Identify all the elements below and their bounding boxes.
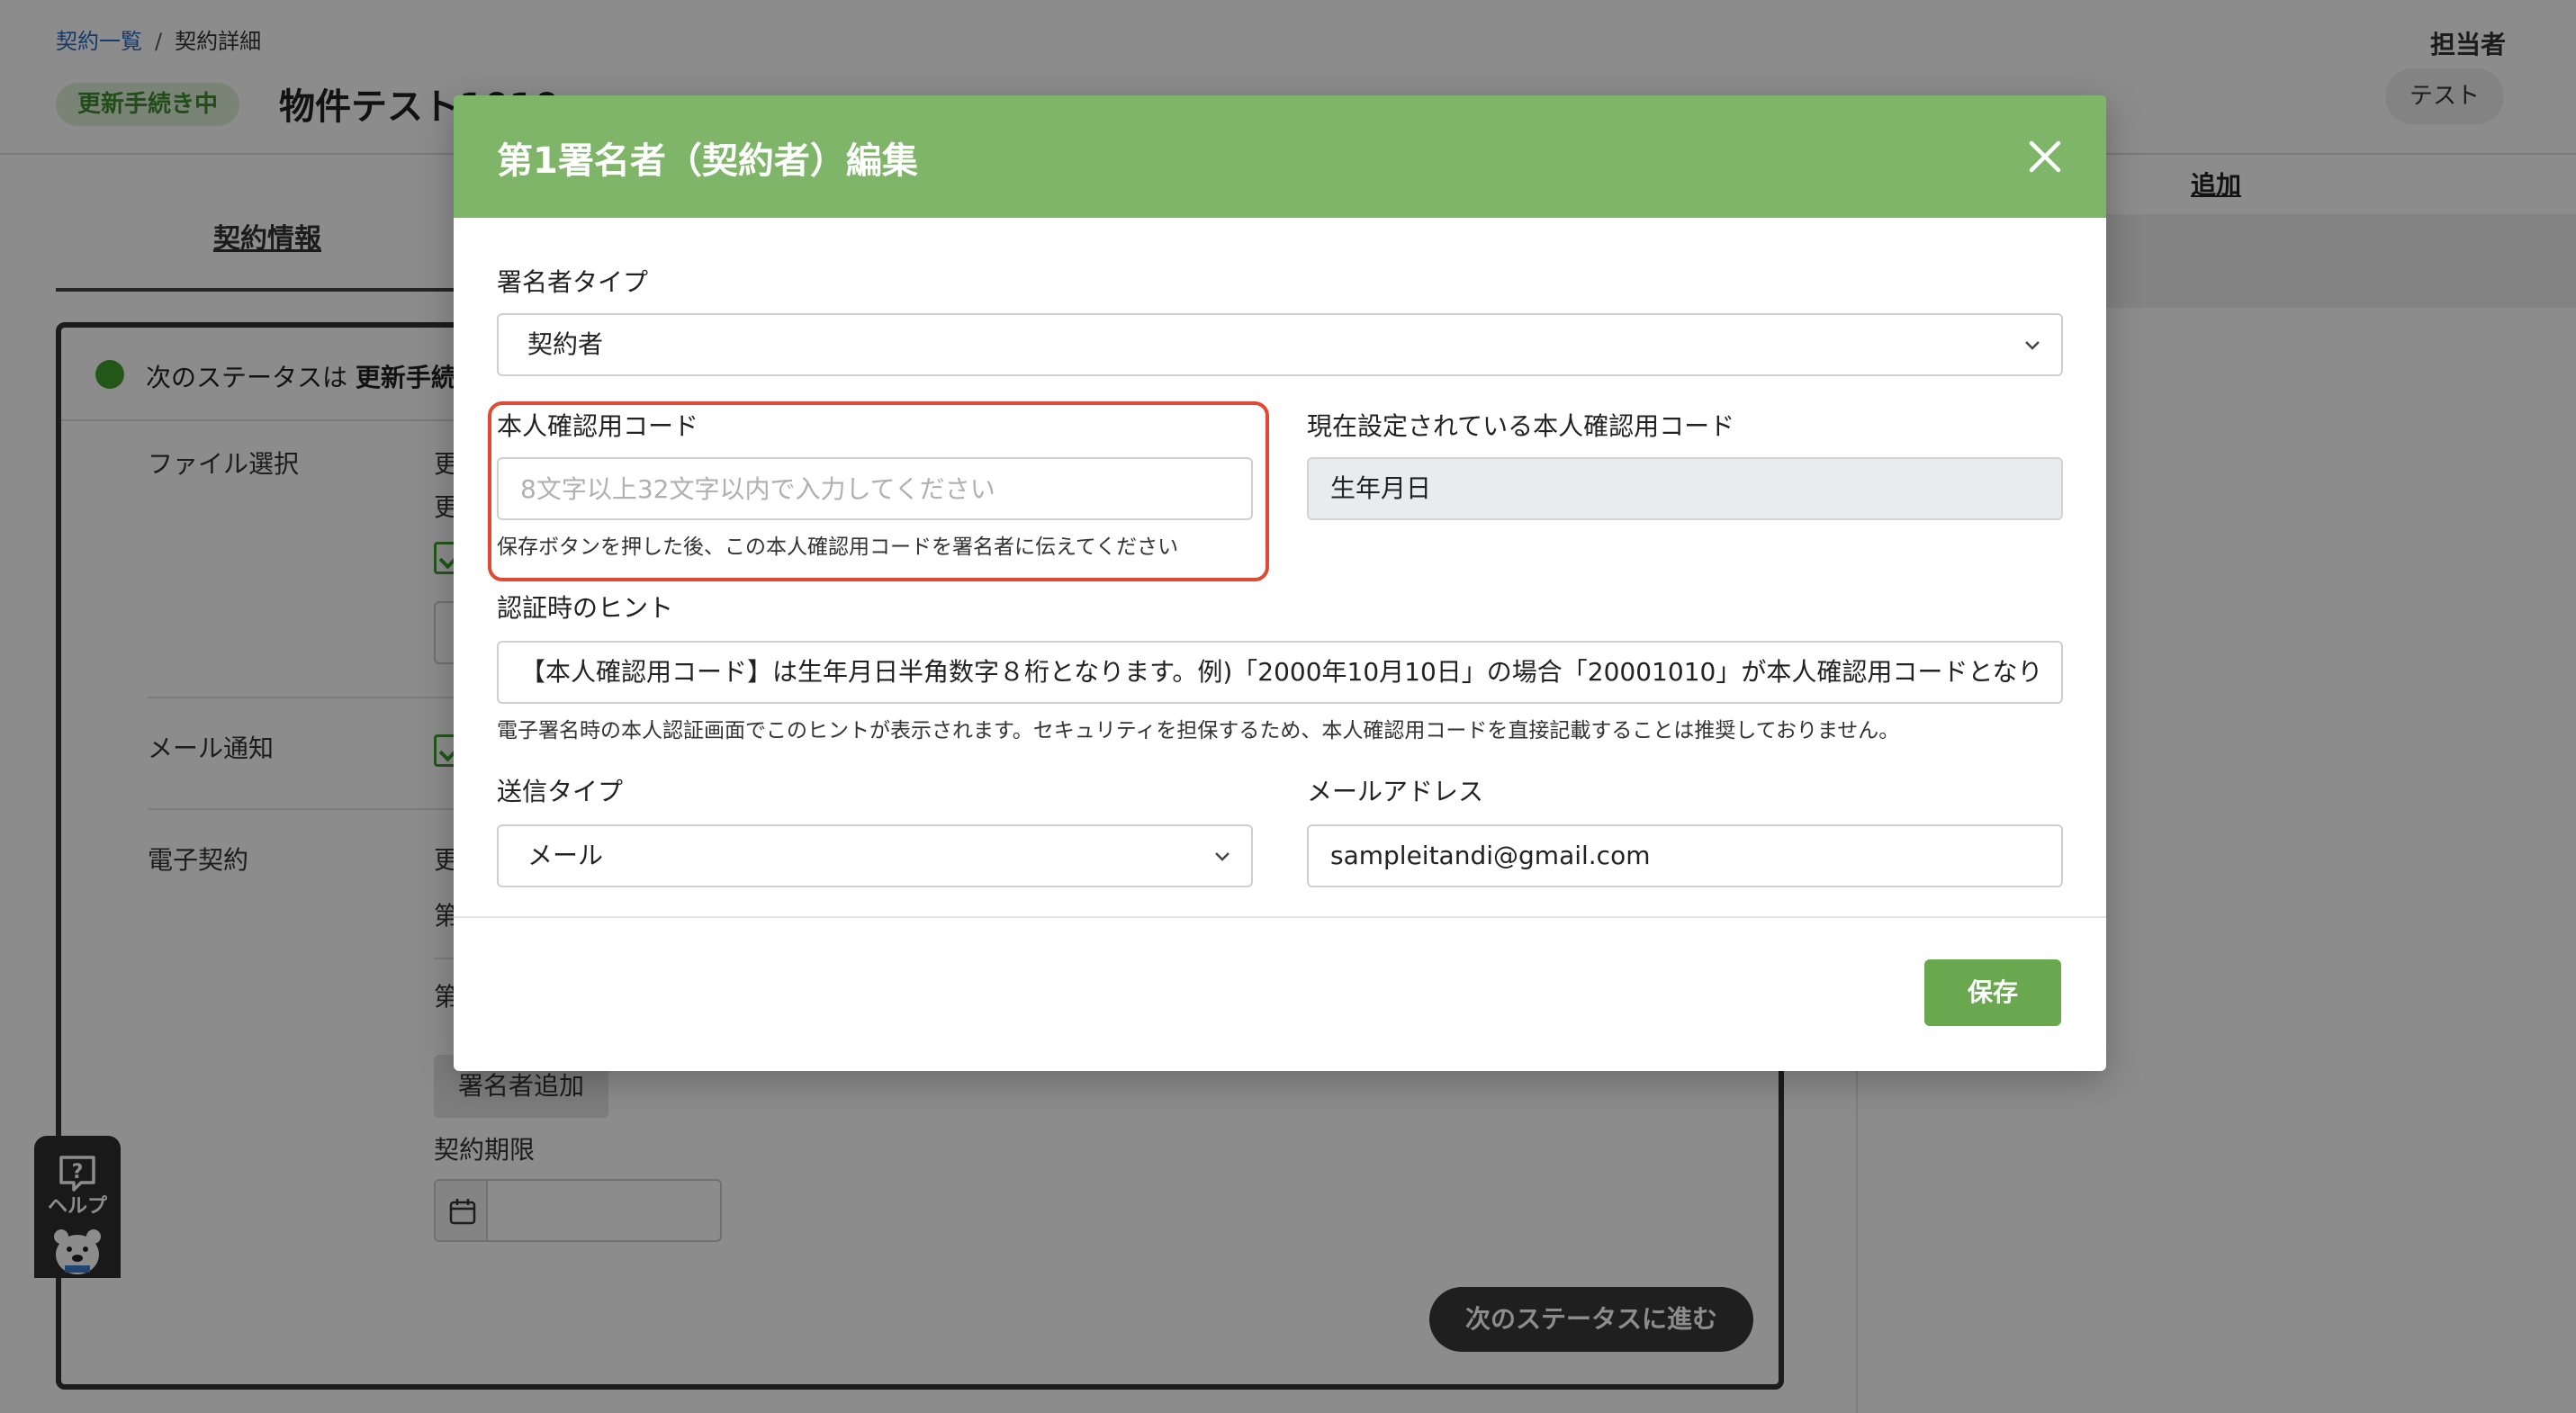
modal-title: 第1署名者（契約者）編集 [497, 140, 918, 182]
chevron-down-icon [2025, 341, 2040, 350]
identity-code-input[interactable] [497, 457, 1253, 520]
send-type-select[interactable]: メール [497, 824, 1253, 887]
email-field[interactable]: sampleitandi@gmail.com [1307, 824, 2063, 887]
save-button[interactable]: 保存 [1924, 959, 2061, 1026]
current-code-field: 生年月日 [1307, 457, 2063, 520]
identity-code-help: 保存ボタンを押した後、この本人確認用コードを署名者に伝えてください [497, 536, 1179, 559]
hint-help: 電子署名時の本人認証画面でこのヒントが表示されます。セキュリティを担保するため、… [497, 719, 1900, 742]
signer-type-value: 契約者 [527, 329, 604, 359]
signer-edit-modal: 第1署名者（契約者）編集 署名者タイプ 契約者 本人確認用コード 保存ボタンを押… [454, 95, 2106, 1071]
modal-header: 第1署名者（契約者）編集 [454, 95, 2106, 218]
email-label: メールアドレス [1307, 777, 1484, 806]
send-type-value: メール [527, 841, 604, 870]
hint-input[interactable]: 【本人確認用コード】は生年月日半角数字８桁となります。例)「2000年10月10… [497, 641, 2063, 704]
signer-type-select[interactable]: 契約者 [497, 313, 2063, 376]
send-type-label: 送信タイプ [497, 777, 624, 806]
hint-label: 認証時のヒント [497, 593, 674, 623]
close-button[interactable] [2018, 130, 2072, 184]
close-icon [2029, 140, 2061, 173]
signer-type-label: 署名者タイプ [497, 267, 649, 297]
current-code-label: 現在設定されている本人確認用コード [1307, 411, 1735, 441]
identity-code-label: 本人確認用コード [497, 411, 699, 441]
chevron-down-icon [1215, 852, 1229, 861]
modal-footer-divider [454, 916, 2106, 918]
